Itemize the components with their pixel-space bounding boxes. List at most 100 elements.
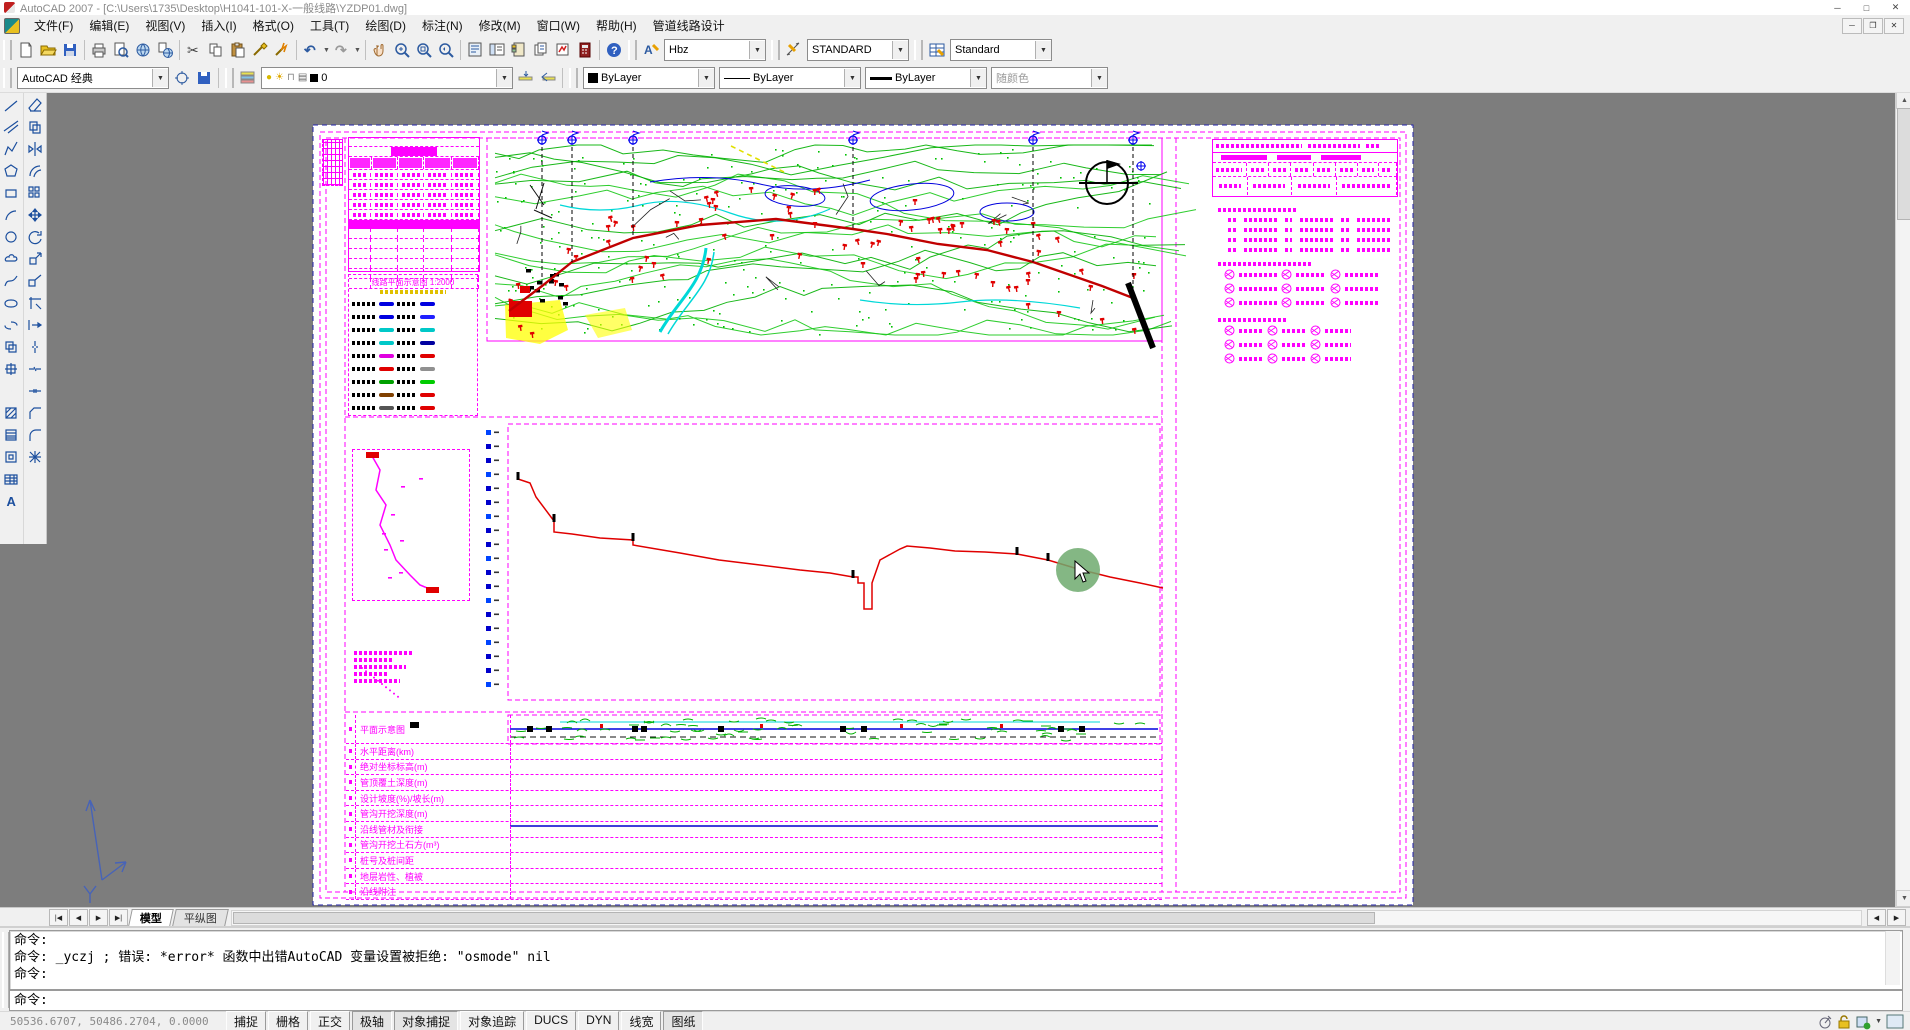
- menu-item-4[interactable]: 格式(O): [245, 15, 302, 36]
- menu-item-1[interactable]: 编辑(E): [81, 15, 137, 36]
- layer-properties-icon[interactable]: [237, 67, 259, 89]
- zoom-previous-button[interactable]: [435, 39, 457, 61]
- workspace-save-icon[interactable]: [193, 67, 215, 89]
- command-input[interactable]: 命令:: [9, 990, 1903, 1011]
- modify-fillet-button[interactable]: [24, 424, 45, 446]
- modify-rotate-button[interactable]: [24, 226, 45, 248]
- hscroll-left-icon[interactable]: ◀: [1867, 909, 1886, 926]
- toolbar-grip[interactable]: [628, 40, 637, 60]
- modify-join-button[interactable]: [24, 380, 45, 402]
- publish-button[interactable]: [132, 39, 154, 61]
- publish-dwf-button[interactable]: [154, 39, 176, 61]
- toggle-线宽[interactable]: 线宽: [621, 1011, 661, 1030]
- toolbar-grip[interactable]: [914, 40, 923, 60]
- maximize-button[interactable]: □: [1852, 0, 1881, 15]
- draw-line-button[interactable]: [1, 94, 22, 116]
- pan-button[interactable]: [369, 39, 391, 61]
- save-button[interactable]: [59, 39, 81, 61]
- help-button[interactable]: ?: [603, 39, 625, 61]
- tool-palettes-button[interactable]: [508, 39, 530, 61]
- color-combo[interactable]: ByLayer ▼: [583, 67, 715, 89]
- plot-preview-button[interactable]: [110, 39, 132, 61]
- draw-table-button[interactable]: [1, 468, 22, 490]
- chevron-down-icon[interactable]: ▼: [152, 69, 168, 87]
- draw-insert-block-button[interactable]: [1, 336, 22, 358]
- hscroll-right-icon[interactable]: ▶: [1887, 909, 1906, 926]
- layer-plot-icon[interactable]: ▤: [298, 73, 307, 83]
- draw-gradient-button[interactable]: [1, 424, 22, 446]
- layer-lock-icon[interactable]: ⊓: [287, 73, 295, 83]
- toggle-捕捉[interactable]: 捕捉: [226, 1011, 266, 1030]
- draw-polygon-button[interactable]: [1, 160, 22, 182]
- chevron-down-icon[interactable]: ▼: [1035, 41, 1051, 59]
- communication-center-icon[interactable]: [1817, 1014, 1833, 1030]
- horizontal-scroll-thumb[interactable]: [233, 912, 1375, 924]
- chevron-down-icon[interactable]: ▼: [970, 69, 986, 87]
- cut-button[interactable]: ✂: [183, 39, 205, 61]
- doc-restore-button[interactable]: ❐: [1863, 18, 1883, 34]
- table-style-combo[interactable]: Standard▼: [950, 39, 1052, 61]
- modify-break-at-point-button[interactable]: [24, 336, 45, 358]
- draw-region-button[interactable]: [1, 446, 22, 468]
- tab-nav-next[interactable]: ▶: [89, 909, 108, 926]
- toolbar-grip[interactable]: [569, 68, 578, 88]
- menu-item-3[interactable]: 插入(I): [193, 15, 244, 36]
- undo-button[interactable]: ↶: [300, 39, 322, 61]
- draw-make-block-button[interactable]: [1, 358, 22, 380]
- redo-flyout-caret-icon[interactable]: ▼: [353, 39, 362, 61]
- modify-mirror-button[interactable]: [24, 138, 45, 160]
- chevron-down-icon[interactable]: ▼: [844, 69, 860, 87]
- tab-model[interactable]: 模型: [128, 909, 174, 926]
- redo-button[interactable]: ↷: [331, 39, 353, 61]
- paste-button[interactable]: [227, 39, 249, 61]
- menu-item-0[interactable]: 文件(F): [26, 15, 81, 36]
- modify-erase-button[interactable]: [24, 94, 45, 116]
- draw-multiline-text-button[interactable]: A: [1, 490, 22, 512]
- dim-style-icon[interactable]: [783, 39, 805, 61]
- toggle-栅格[interactable]: 栅格: [268, 1011, 308, 1030]
- draw-circle-button[interactable]: [1, 226, 22, 248]
- close-button[interactable]: ✕: [1881, 0, 1910, 15]
- draw-spline-button[interactable]: [1, 270, 22, 292]
- doc-close-button[interactable]: ✕: [1884, 18, 1904, 34]
- lineweight-combo[interactable]: ByLayer ▼: [865, 67, 987, 89]
- toggle-极轴[interactable]: 极轴: [352, 1011, 392, 1030]
- toggle-DUCS[interactable]: DUCS: [526, 1011, 576, 1030]
- doc-minimize-button[interactable]: ─: [1842, 18, 1862, 34]
- quickcalc-button[interactable]: [574, 39, 596, 61]
- modify-scale-button[interactable]: [24, 248, 45, 270]
- tab-layout-pingzongtu[interactable]: 平纵图: [172, 909, 229, 926]
- layer-previous-icon[interactable]: [537, 67, 559, 89]
- draw-arc-button[interactable]: [1, 204, 22, 226]
- workspace-combo[interactable]: AutoCAD 经典▼: [17, 67, 169, 89]
- draw-ellipse-arc-button[interactable]: [1, 314, 22, 336]
- modify-extend-button[interactable]: [24, 314, 45, 336]
- toggle-对象追踪[interactable]: 对象追踪: [460, 1011, 524, 1030]
- modify-break-button[interactable]: [24, 358, 45, 380]
- toggle-DYN[interactable]: DYN: [578, 1011, 619, 1030]
- toolbar-grip[interactable]: [3, 40, 12, 60]
- draw-point-button[interactable]: [1, 380, 22, 402]
- command-history[interactable]: 命令: 命令: _yczj ; 错误: *error* 函数中出错AutoCAD…: [9, 930, 1903, 990]
- draw-rectangle-button[interactable]: [1, 182, 22, 204]
- zoom-realtime-button[interactable]: [391, 39, 413, 61]
- menu-item-2[interactable]: 视图(V): [137, 15, 193, 36]
- vertical-scrollbar[interactable]: ▲ ▼: [1895, 92, 1910, 907]
- match-properties-button[interactable]: [249, 39, 271, 61]
- toggle-图纸[interactable]: 图纸: [663, 1011, 703, 1030]
- chevron-down-icon[interactable]: ▼: [749, 41, 765, 59]
- modify-move-button[interactable]: [24, 204, 45, 226]
- toolbar-grip[interactable]: [771, 40, 780, 60]
- markup-set-manager-button[interactable]: [552, 39, 574, 61]
- menu-item-10[interactable]: 帮助(H): [588, 15, 645, 36]
- menu-item-6[interactable]: 绘图(D): [357, 15, 414, 36]
- toggle-正交[interactable]: 正交: [310, 1011, 350, 1030]
- minimize-button[interactable]: ─: [1823, 0, 1852, 15]
- workspace-settings-icon[interactable]: [171, 67, 193, 89]
- vertical-scroll-thumb[interactable]: [1897, 108, 1910, 220]
- clean-screen-button[interactable]: [1886, 1014, 1904, 1029]
- modify-trim-button[interactable]: [24, 292, 45, 314]
- tab-nav-last[interactable]: ▶|: [109, 909, 128, 926]
- toolbar-grip[interactable]: [3, 68, 12, 88]
- menu-item-5[interactable]: 工具(T): [302, 15, 357, 36]
